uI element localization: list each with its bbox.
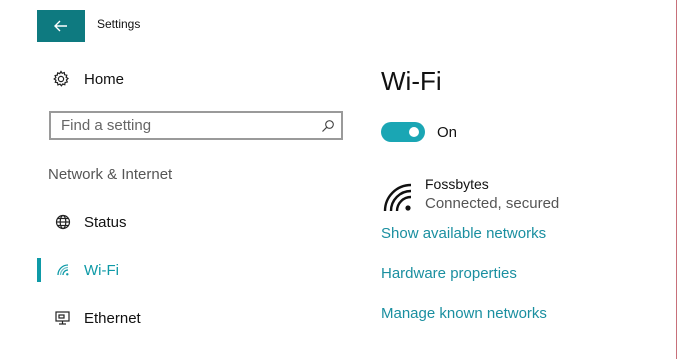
back-button[interactable] [37, 10, 85, 42]
section-label: Network & Internet [48, 166, 173, 183]
wifi-toggle[interactable] [381, 122, 425, 142]
sidebar-item-wifi[interactable]: Wi-Fi [37, 258, 119, 282]
wifi-signal-icon [383, 183, 412, 212]
selection-indicator [37, 258, 41, 282]
search-icon[interactable] [315, 119, 341, 133]
back-arrow-icon [54, 20, 67, 32]
page-title: Wi-Fi [381, 66, 442, 96]
window-border [676, 0, 677, 359]
ethernet-icon [53, 310, 73, 326]
search-input[interactable] [51, 113, 315, 138]
search-box[interactable] [49, 111, 343, 140]
sidebar-item-ethernet[interactable]: Ethernet [37, 306, 141, 330]
network-status: Connected, secured [425, 195, 560, 212]
toggle-state-label: On [437, 123, 458, 141]
network-name: Fossbytes [425, 176, 489, 192]
sidebar-item-label: Wi-Fi [84, 261, 119, 279]
wifi-toggle-row: On [381, 122, 457, 142]
manage-known-networks-link[interactable]: Manage known networks [381, 305, 547, 322]
sidebar-item-home[interactable]: Home [52, 67, 124, 91]
wifi-icon [53, 262, 73, 278]
sidebar-item-status[interactable]: Status [37, 210, 127, 234]
selection-indicator [37, 306, 41, 330]
sidebar-item-label: Status [84, 213, 127, 231]
sidebar-item-label: Ethernet [84, 309, 141, 327]
window-title: Settings [97, 17, 141, 31]
connected-network[interactable]: Fossbytes Connected, secured [381, 175, 559, 215]
sidebar-item-label: Home [84, 70, 125, 88]
show-available-networks-link[interactable]: Show available networks [381, 225, 546, 242]
selection-indicator [37, 210, 41, 234]
gear-icon [53, 70, 69, 87]
globe-icon [53, 214, 73, 230]
hardware-properties-link[interactable]: Hardware properties [381, 265, 517, 282]
toggle-knob [409, 127, 419, 137]
